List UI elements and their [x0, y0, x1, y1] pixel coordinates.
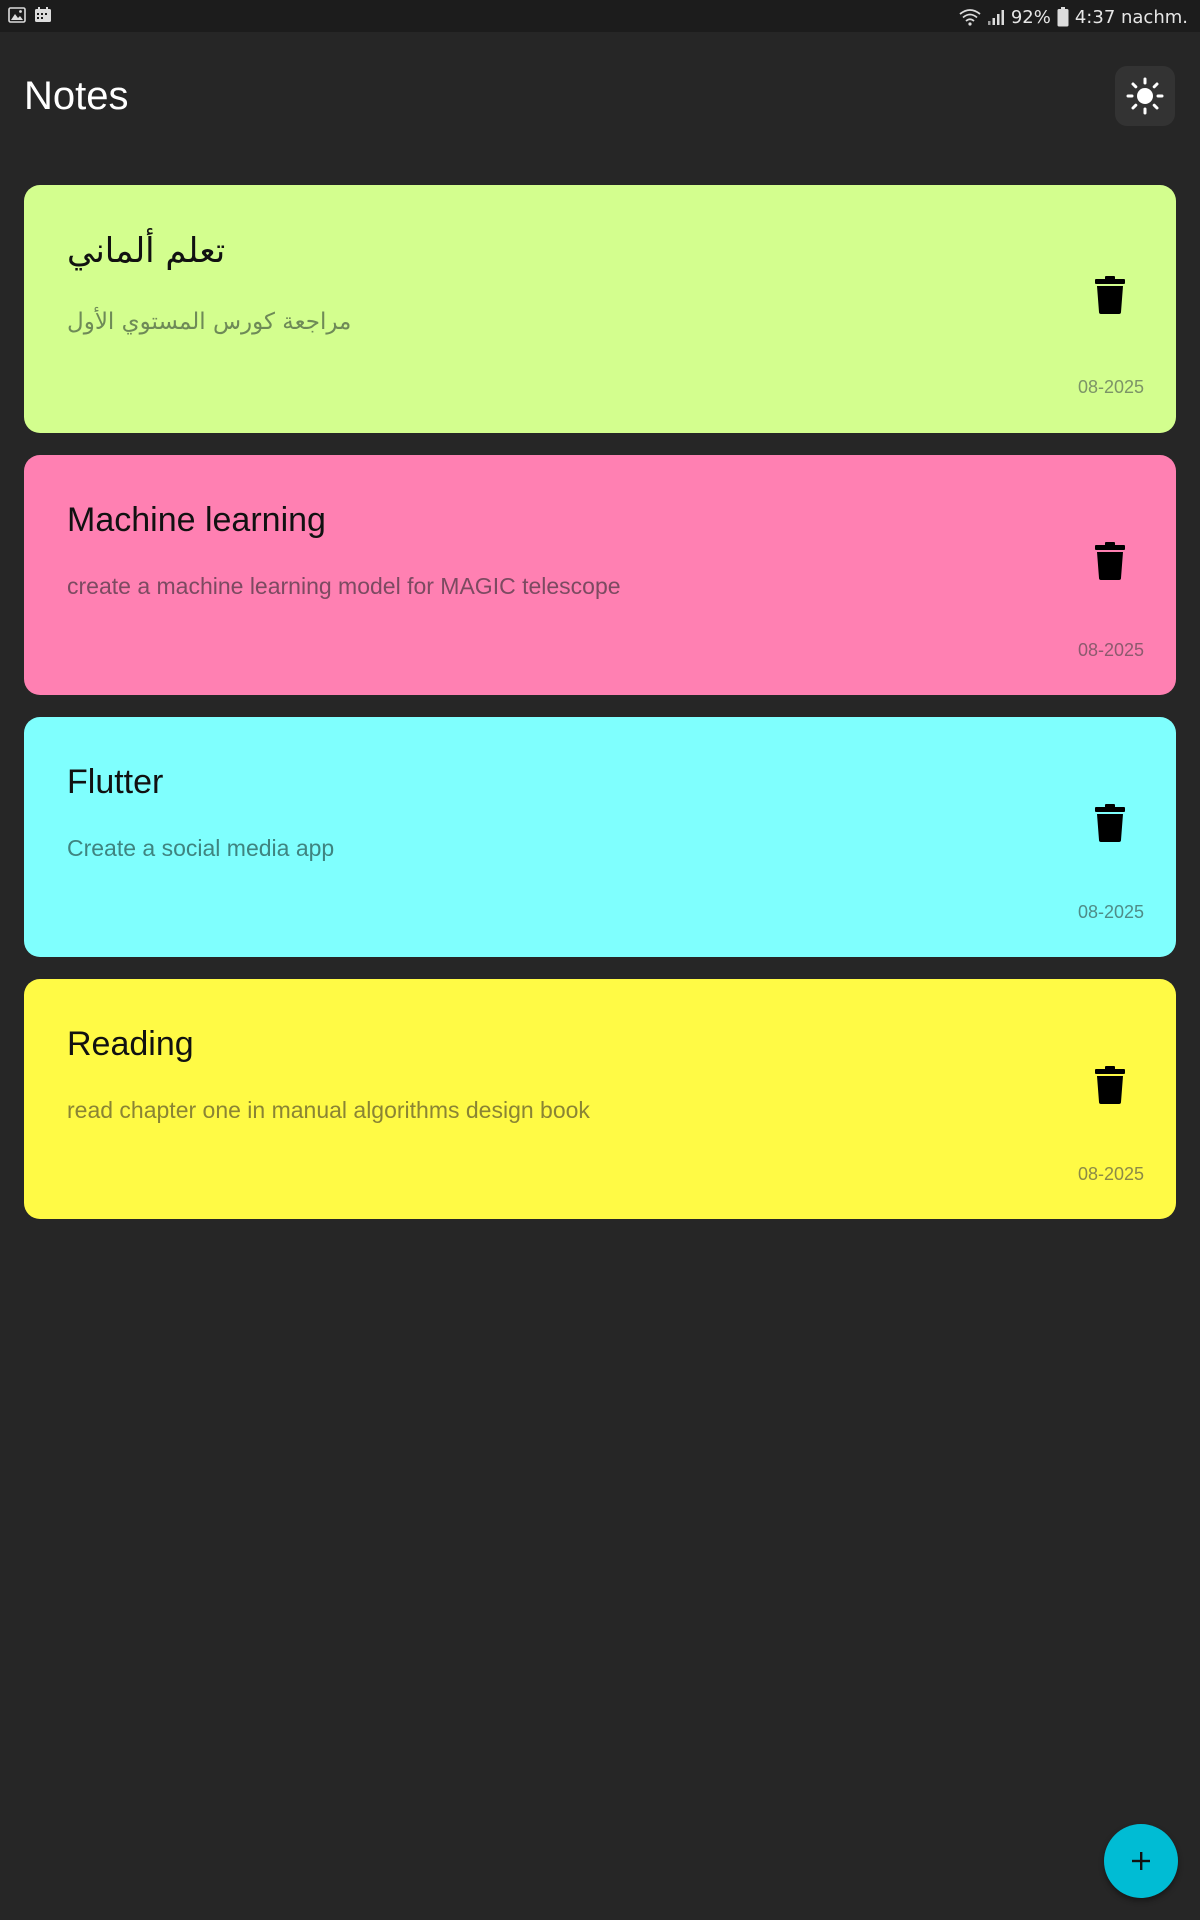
note-title: Reading [67, 1025, 194, 1063]
note-date: 08-2025 [1077, 640, 1144, 660]
status-left-icons [8, 6, 52, 24]
image-icon [8, 7, 26, 23]
delete-button[interactable] [1088, 799, 1132, 847]
note-date: 08-2025 [1077, 902, 1144, 922]
delete-button[interactable] [1088, 537, 1132, 585]
note-title: Flutter [67, 763, 164, 801]
status-time: 4:37 nachm. [1074, 6, 1188, 28]
trash-icon [1095, 804, 1125, 842]
page-title: Notes [24, 74, 129, 118]
battery-percent: 92% [1010, 6, 1051, 28]
signal-icon [987, 10, 1004, 25]
note-card[interactable]: تعلم ألماني مراجعة كورس المستوي الأول 08… [24, 185, 1176, 433]
delete-button[interactable] [1088, 271, 1132, 319]
status-bar: 92% 4:37 nachm. [0, 0, 1200, 32]
battery-icon [1057, 7, 1069, 27]
notes-list: تعلم ألماني مراجعة كورس المستوي الأول 08… [24, 185, 1176, 1241]
note-title: تعلم ألماني [67, 231, 226, 271]
note-date: 08-2025 [1077, 1164, 1144, 1184]
trash-icon [1095, 542, 1125, 580]
note-body: create a machine learning model for MAGI… [67, 573, 621, 599]
note-date: 08-2025 [1077, 377, 1144, 397]
note-card[interactable]: Machine learning create a machine learni… [24, 455, 1176, 695]
trash-icon [1095, 276, 1125, 314]
calendar-icon [35, 7, 51, 22]
note-body: read chapter one in manual algorithms de… [67, 1097, 590, 1123]
theme-toggle-button[interactable] [1115, 66, 1175, 126]
delete-button[interactable] [1088, 1061, 1132, 1109]
note-body: Create a social media app [67, 835, 335, 861]
wifi-icon [959, 9, 981, 26]
note-card[interactable]: Flutter Create a social media app 08-202… [24, 717, 1176, 957]
sun-icon [1126, 77, 1164, 115]
plus-icon [1132, 1852, 1150, 1870]
trash-icon [1095, 1066, 1125, 1104]
note-body: مراجعة كورس المستوي الأول [67, 309, 352, 335]
add-note-button[interactable] [1104, 1824, 1178, 1898]
note-card[interactable]: Reading read chapter one in manual algor… [24, 979, 1176, 1219]
note-title: Machine learning [67, 501, 326, 539]
status-right: 92% 4:37 nachm. [959, 4, 1188, 30]
